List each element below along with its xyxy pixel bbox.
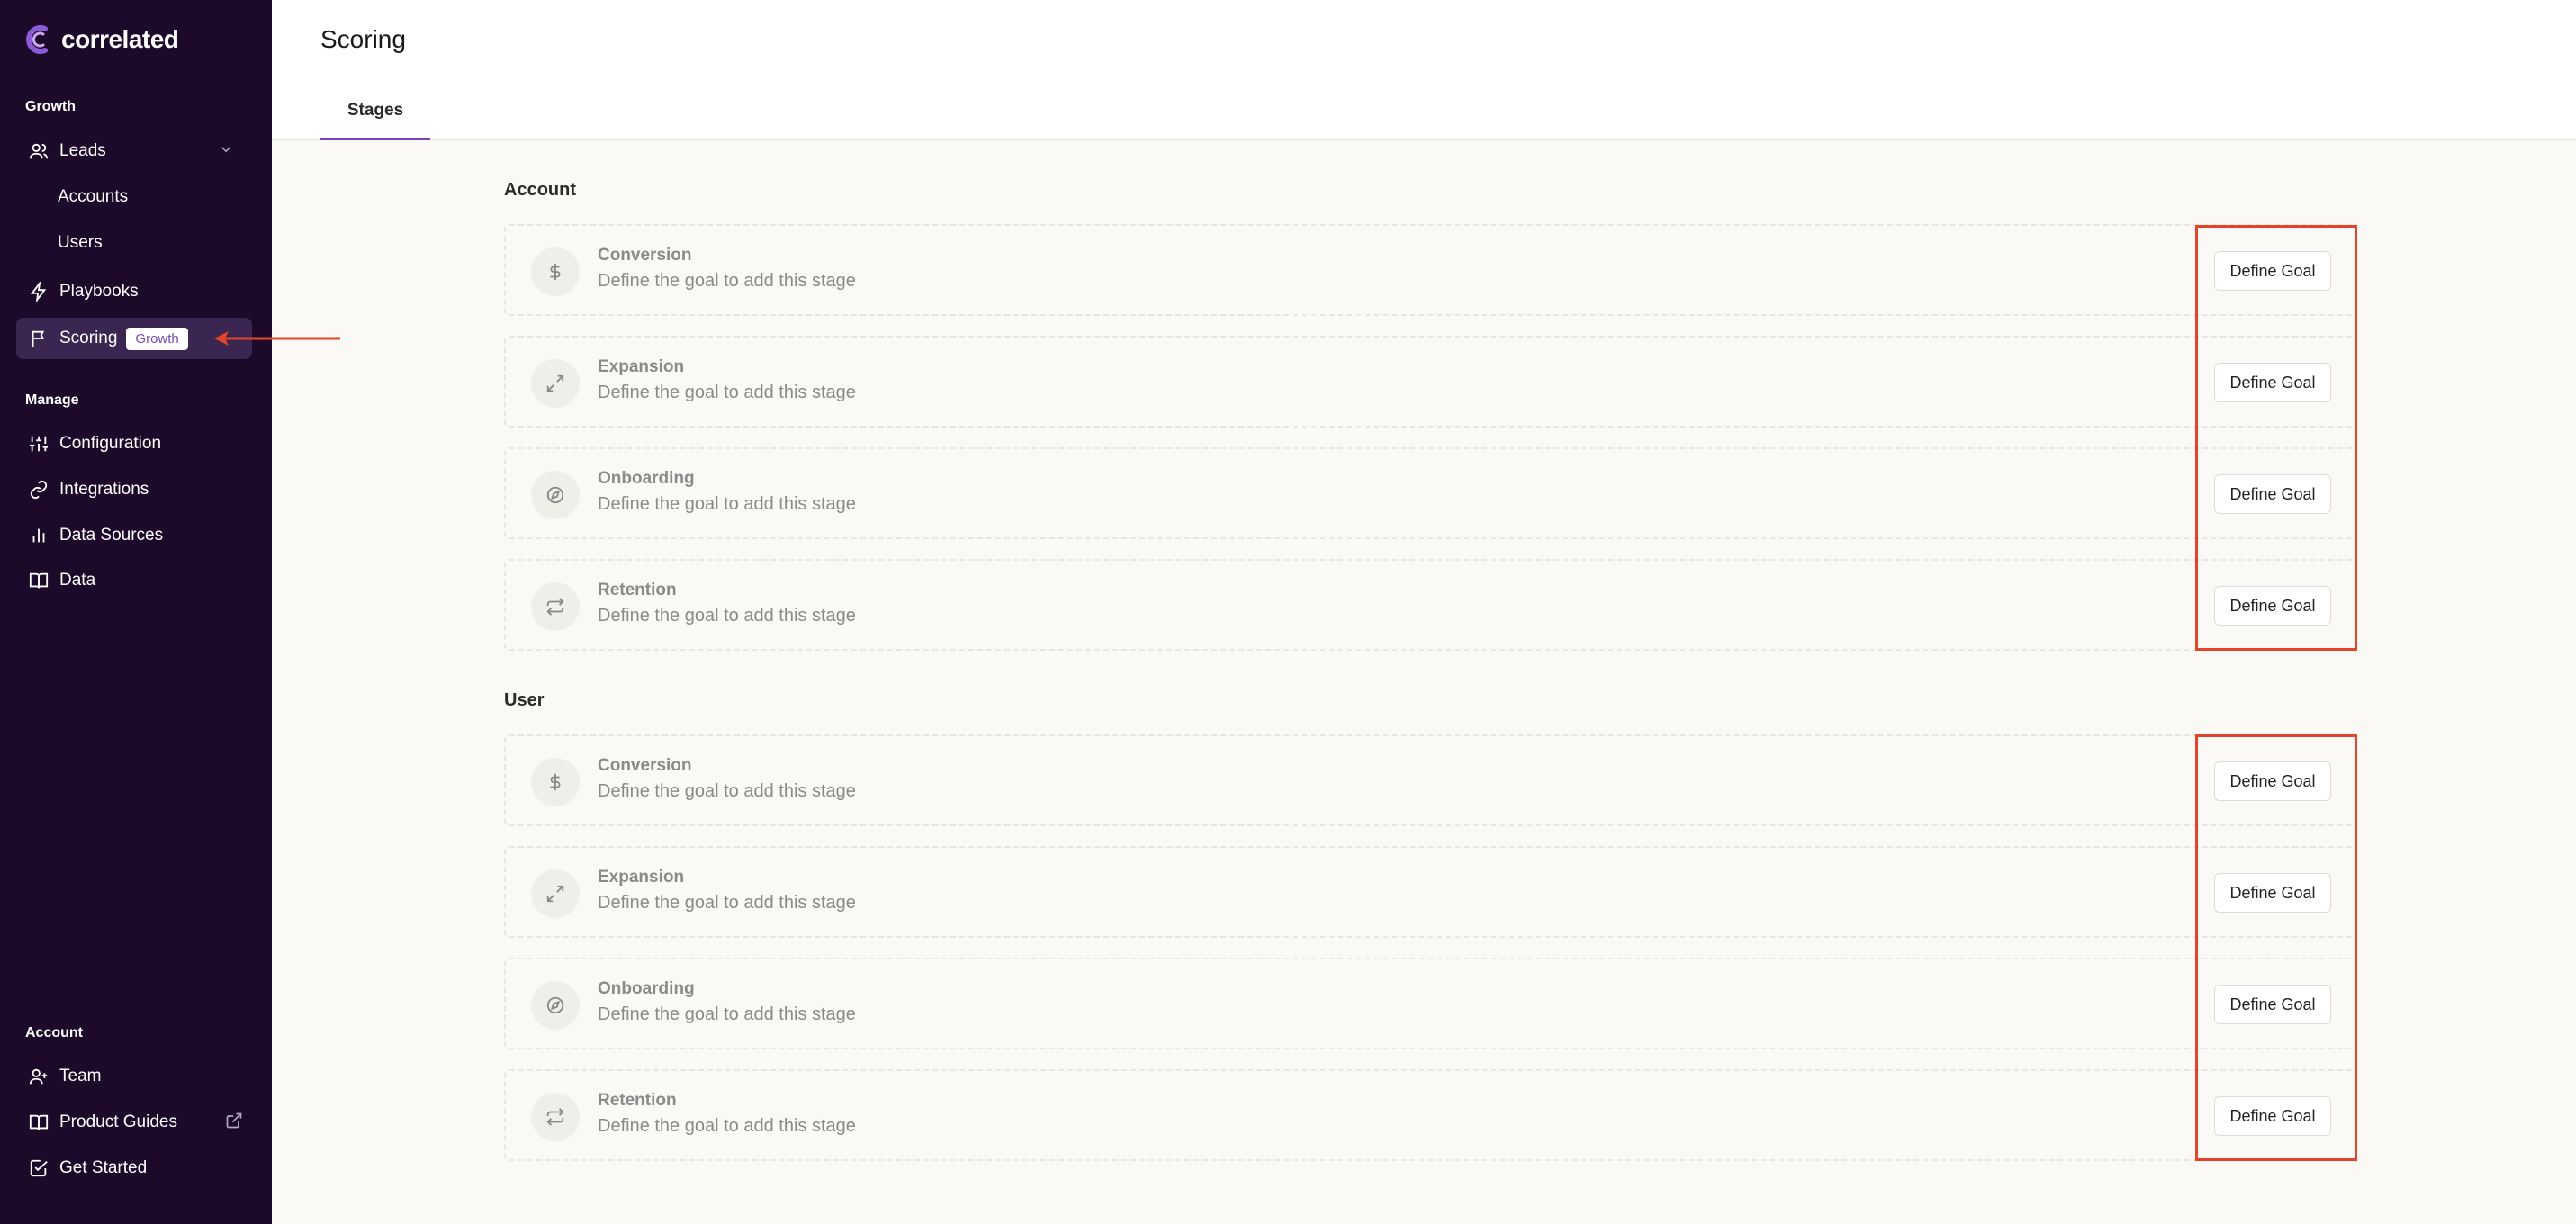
sidebar-item-data[interactable]: Data xyxy=(16,560,252,601)
repeat-icon xyxy=(531,582,580,631)
stage-name: Expansion xyxy=(598,357,685,376)
expand-icon xyxy=(531,359,580,408)
stage-description: Define the goal to add this stage xyxy=(598,1004,856,1024)
book-icon xyxy=(29,1112,49,1132)
compass-icon xyxy=(531,471,580,519)
bolt-icon xyxy=(29,282,49,302)
flag-icon xyxy=(29,328,49,348)
repeat-icon xyxy=(531,1093,580,1141)
section-label-growth: Growth xyxy=(25,99,76,114)
stage-description: Define the goal to add this stage xyxy=(598,606,856,626)
tab-stages[interactable]: Stages xyxy=(320,97,430,140)
stage-card: Conversion Define the goal to add this s… xyxy=(504,734,2356,826)
stage-description: Define the goal to add this stage xyxy=(598,494,856,514)
page-header: Scoring Stages xyxy=(272,0,2576,140)
checkbox-icon xyxy=(29,1158,49,1178)
external-link-icon xyxy=(225,1112,243,1134)
sidebar-item-label: Get Started xyxy=(59,1158,148,1177)
correlated-logo-icon xyxy=(26,25,48,54)
sidebar-item-configuration[interactable]: Configuration xyxy=(16,423,252,464)
stage-card: Onboarding Define the goal to add this s… xyxy=(504,447,2356,539)
sidebar-item-label: Playbooks xyxy=(59,282,139,301)
sidebar-item-accounts[interactable]: Accounts xyxy=(58,187,128,207)
link-icon xyxy=(29,480,49,500)
stage-card: Retention Define the goal to add this st… xyxy=(504,559,2356,651)
chevron-down-icon[interactable] xyxy=(218,141,234,162)
sidebar-item-playbooks[interactable]: Playbooks xyxy=(16,271,252,312)
book-icon xyxy=(29,571,49,590)
sidebar-item-integrations[interactable]: Integrations xyxy=(16,469,252,510)
stage-name: Retention xyxy=(598,580,677,599)
sidebar-item-leads[interactable]: Leads xyxy=(16,130,252,172)
sidebar-item-product-guides[interactable]: Product Guides xyxy=(16,1102,252,1143)
sliders-icon xyxy=(29,434,49,454)
sidebar: correlated Growth Leads Accounts Users P… xyxy=(0,0,272,1224)
sidebar-item-label: Leads xyxy=(59,141,106,160)
dollar-icon xyxy=(531,758,580,806)
sidebar-item-label: Data Sources xyxy=(59,526,164,544)
stage-name: Conversion xyxy=(598,246,692,265)
sidebar-item-get-started[interactable]: Get Started xyxy=(16,1148,252,1189)
sidebar-item-team[interactable]: Team xyxy=(16,1056,252,1097)
users-icon xyxy=(29,141,49,161)
stage-name: Expansion xyxy=(598,868,685,886)
stage-name: Onboarding xyxy=(598,469,695,488)
stage-description: Define the goal to add this stage xyxy=(598,893,856,913)
brand-name: correlated xyxy=(61,25,179,53)
user-plus-icon xyxy=(29,1066,49,1086)
stage-card: Retention Define the goal to add this st… xyxy=(504,1069,2356,1161)
stage-description: Define the goal to add this stage xyxy=(598,781,856,801)
compass-icon xyxy=(531,981,580,1030)
stage-name: Retention xyxy=(598,1091,677,1110)
dollar-icon xyxy=(531,248,580,296)
page-title: Scoring xyxy=(320,25,406,53)
stage-description: Define the goal to add this stage xyxy=(598,382,856,402)
stage-name: Onboarding xyxy=(598,979,695,998)
sidebar-item-label: Integrations xyxy=(59,480,149,499)
expand-icon xyxy=(531,869,580,918)
section-label-manage: Manage xyxy=(25,392,79,408)
bar-chart-icon xyxy=(29,526,49,545)
sidebar-item-data-sources[interactable]: Data Sources xyxy=(16,515,252,556)
brand-logo[interactable]: correlated xyxy=(25,22,179,58)
stage-name: Conversion xyxy=(598,756,692,775)
plan-badge: Growth xyxy=(126,327,188,350)
annotation-arrow xyxy=(214,331,340,346)
stage-card: Expansion Define the goal to add this st… xyxy=(504,336,2356,428)
sidebar-item-label: Data xyxy=(59,571,96,590)
group-title-user: User xyxy=(504,690,545,710)
stage-description: Define the goal to add this stage xyxy=(598,1116,856,1136)
stage-card: Onboarding Define the goal to add this s… xyxy=(504,958,2356,1049)
annotation-highlight-box xyxy=(2195,734,2357,1161)
sidebar-item-label: Team xyxy=(59,1066,102,1085)
tab-active-indicator xyxy=(320,138,430,140)
sidebar-item-users[interactable]: Users xyxy=(58,233,103,253)
sidebar-item-label: Scoring xyxy=(59,328,118,347)
stage-card: Conversion Define the goal to add this s… xyxy=(504,224,2356,316)
tab-label: Stages xyxy=(347,101,404,120)
sidebar-item-label: Product Guides xyxy=(59,1112,177,1131)
sidebar-item-label: Configuration xyxy=(59,434,162,453)
group-title-account: Account xyxy=(504,180,576,200)
stage-description: Define the goal to add this stage xyxy=(598,271,856,291)
stage-card: Expansion Define the goal to add this st… xyxy=(504,846,2356,938)
annotation-highlight-box xyxy=(2195,225,2357,651)
section-label-account: Account xyxy=(25,1025,83,1040)
